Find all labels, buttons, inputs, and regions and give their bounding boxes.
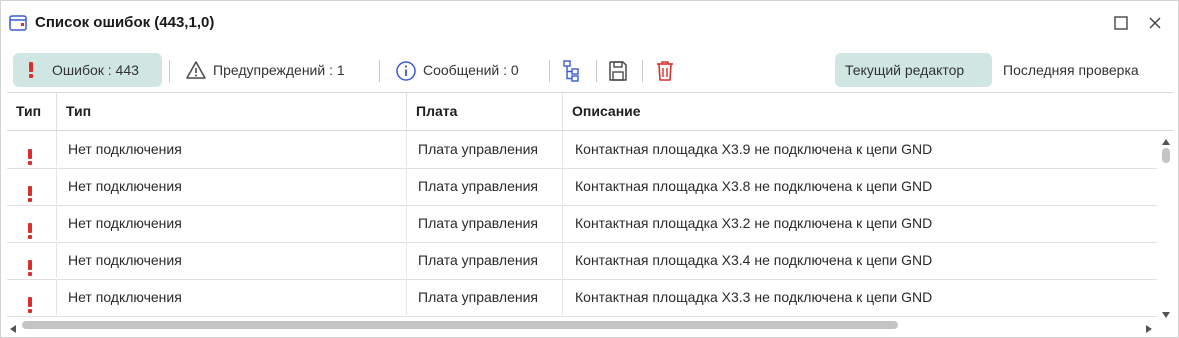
- horizontal-scroll-thumb[interactable]: [22, 321, 898, 329]
- current-editor-button[interactable]: Текущий редактор: [835, 53, 992, 87]
- description-cell: Контактная площадка X3.9 не подключена к…: [575, 141, 933, 157]
- errors-filter-button[interactable]: Ошибок : 443: [13, 53, 162, 87]
- last-check-label: Последняя проверка: [1003, 62, 1139, 78]
- table-row[interactable]: Нет подключения Плата управления Контакт…: [7, 279, 1157, 317]
- title-bar: Список ошибок (443,1,0): [1, 1, 1178, 45]
- table-header: Тип Тип Плата Описание: [7, 93, 1173, 131]
- toolbar-divider: [379, 60, 380, 82]
- scroll-right-icon[interactable]: [1145, 321, 1153, 333]
- scroll-down-icon[interactable]: [1161, 306, 1171, 318]
- scroll-up-icon[interactable]: [1161, 133, 1171, 145]
- type-cell: Нет подключения: [57, 279, 407, 315]
- error-list-panel: Список ошибок (443,1,0) Ошибок : 443 Пре…: [0, 0, 1179, 338]
- severity-cell: [7, 242, 57, 278]
- type-cell: Нет подключения: [57, 168, 407, 204]
- messages-filter-label: Сообщений : 0: [423, 62, 519, 78]
- board-cell: Плата управления: [407, 168, 563, 204]
- current-editor-label: Текущий редактор: [845, 62, 965, 78]
- description-cell: Контактная площадка X3.8 не подключена к…: [575, 178, 933, 194]
- description-cell: Контактная площадка X3.3 не подключена к…: [575, 289, 933, 305]
- error-icon: [27, 142, 33, 165]
- window-title: Список ошибок (443,1,0): [35, 14, 215, 31]
- description-cell: Контактная площадка X3.2 не подключена к…: [575, 215, 933, 231]
- severity-cell: [7, 205, 57, 241]
- severity-cell: [7, 131, 57, 167]
- table-row[interactable]: Нет подключения Плата управления Контакт…: [7, 242, 1157, 280]
- errors-table: Тип Тип Плата Описание Нет подключения П…: [7, 92, 1173, 334]
- messages-filter-button[interactable]: Сообщений : 0: [387, 53, 543, 87]
- type-cell: Нет подключения: [57, 131, 407, 167]
- board-cell: Плата управления: [407, 279, 563, 315]
- vertical-scroll-thumb[interactable]: [1162, 148, 1170, 163]
- toolbar-divider: [169, 60, 170, 82]
- toolbar-divider: [596, 60, 597, 82]
- column-header-board[interactable]: Плата: [407, 93, 563, 130]
- error-icon: [27, 216, 33, 239]
- board-cell: Плата управления: [407, 242, 563, 278]
- save-icon[interactable]: [606, 59, 630, 83]
- horizontal-scrollbar[interactable]: [7, 318, 1159, 333]
- info-icon: [395, 60, 417, 85]
- column-header-description[interactable]: Описание: [563, 93, 1153, 130]
- type-cell: Нет подключения: [57, 205, 407, 241]
- error-icon: [27, 179, 33, 202]
- description-cell: Контактная площадка X3.4 не подключена к…: [575, 252, 933, 268]
- column-header-type[interactable]: Тип: [57, 93, 407, 130]
- last-check-button[interactable]: Последняя проверка: [994, 53, 1170, 87]
- table-row[interactable]: Нет подключения Плата управления Контакт…: [7, 131, 1157, 169]
- error-icon: [27, 253, 33, 276]
- errors-filter-label: Ошибок : 443: [52, 62, 139, 78]
- board-cell: Плата управления: [407, 131, 563, 167]
- warnings-filter-label: Предупреждений : 1: [213, 62, 345, 78]
- delete-icon[interactable]: [653, 59, 677, 83]
- warnings-filter-button[interactable]: Предупреждений : 1: [177, 53, 373, 87]
- scroll-left-icon[interactable]: [9, 321, 17, 333]
- severity-cell: [7, 279, 57, 315]
- severity-cell: [7, 168, 57, 204]
- vertical-scrollbar[interactable]: [1159, 131, 1173, 318]
- table-row[interactable]: Нет подключения Плата управления Контакт…: [7, 168, 1157, 206]
- type-cell: Нет подключения: [57, 242, 407, 278]
- column-header-severity[interactable]: Тип: [7, 93, 57, 130]
- warning-icon: [185, 60, 207, 83]
- maximize-icon[interactable]: [1113, 15, 1129, 31]
- error-list-window-icon: [9, 15, 27, 31]
- table-row[interactable]: Нет подключения Плата управления Контакт…: [7, 205, 1157, 243]
- close-icon[interactable]: [1147, 15, 1163, 31]
- toolbar-divider: [549, 60, 550, 82]
- board-cell: Плата управления: [407, 205, 563, 241]
- error-icon: [27, 290, 33, 313]
- tree-view-icon[interactable]: [560, 59, 584, 83]
- table-body: Нет подключения Плата управления Контакт…: [7, 131, 1157, 317]
- error-icon: [27, 62, 35, 81]
- toolbar: Ошибок : 443 Предупреждений : 1 Сообщени…: [1, 53, 1178, 89]
- toolbar-divider: [642, 60, 643, 82]
